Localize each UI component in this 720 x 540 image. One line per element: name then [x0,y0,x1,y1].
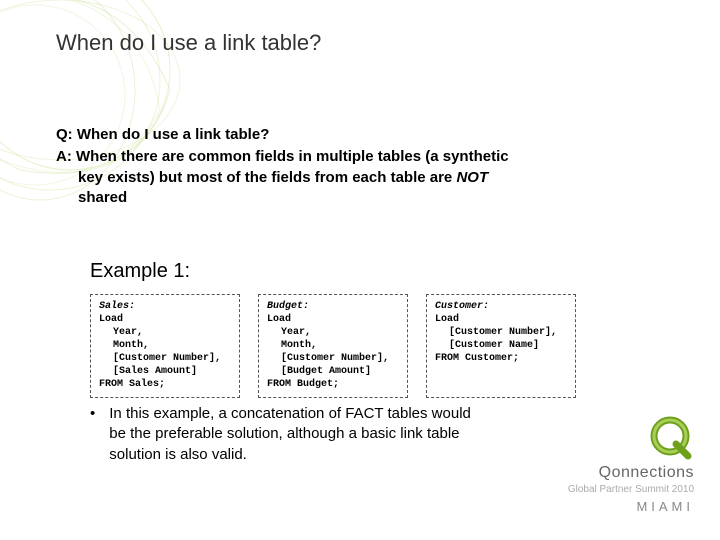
code-budget-from: FROM Budget; [267,379,339,390]
answer-line2-wrap: key exists) but most of the fields from … [56,168,660,188]
example-label: Example 1: [90,260,190,283]
code-customer-from: FROM Customer; [435,353,519,364]
code-sales-f4: [Sales Amount] [99,365,231,378]
code-sales-f2: Month, [99,339,231,352]
code-sales-name: Sales: [99,301,135,312]
slide: When do I use a link table? Q: When do I… [0,0,720,540]
question-text: Q: When do I use a link table? [56,125,660,145]
code-customer-f1: [Customer Number], [435,326,567,339]
code-budget-f1: Year, [267,326,399,339]
code-sales: Sales: Load Year, Month, [Customer Numbe… [90,294,240,398]
brand-city: MIAMI [568,499,694,514]
code-budget: Budget: Load Year, Month, [Customer Numb… [258,294,408,398]
answer-line2: key exists) but most of the fields from … [78,169,456,186]
code-sales-f3: [Customer Number], [99,352,231,365]
code-budget-load: Load [267,314,291,325]
answer-not: NOT [456,169,488,186]
code-sales-f1: Year, [99,326,231,339]
bullet-row: • In this example, a concatenation of FA… [90,404,490,465]
code-row: Sales: Load Year, Month, [Customer Numbe… [90,294,660,398]
code-budget-f2: Month, [267,339,399,352]
answer-line1: A: When there are common fields in multi… [56,147,660,167]
slide-title: When do I use a link table? [56,30,321,56]
brand-name: Qonnections [568,464,694,482]
code-customer-load: Load [435,314,459,325]
brand-block: Qonnections Global Partner Summit 2010 M… [568,414,694,514]
code-budget-f4: [Budget Amount] [267,365,399,378]
code-customer-f2: [Customer Name] [435,339,567,352]
code-customer-name: Customer: [435,301,489,312]
bullet-dot: • [90,404,95,465]
brand-subtitle: Global Partner Summit 2010 [568,484,694,495]
code-budget-f3: [Customer Number], [267,352,399,365]
brand-logo-icon [646,414,694,462]
code-sales-from: FROM Sales; [99,379,165,390]
bullet-text: In this example, a concatenation of FACT… [109,404,490,465]
qa-block: Q: When do I use a link table? A: When t… [56,125,660,208]
answer-line3: shared [56,188,660,208]
code-budget-name: Budget: [267,301,309,312]
code-customer: Customer: Load [Customer Number], [Custo… [426,294,576,398]
code-sales-load: Load [99,314,123,325]
